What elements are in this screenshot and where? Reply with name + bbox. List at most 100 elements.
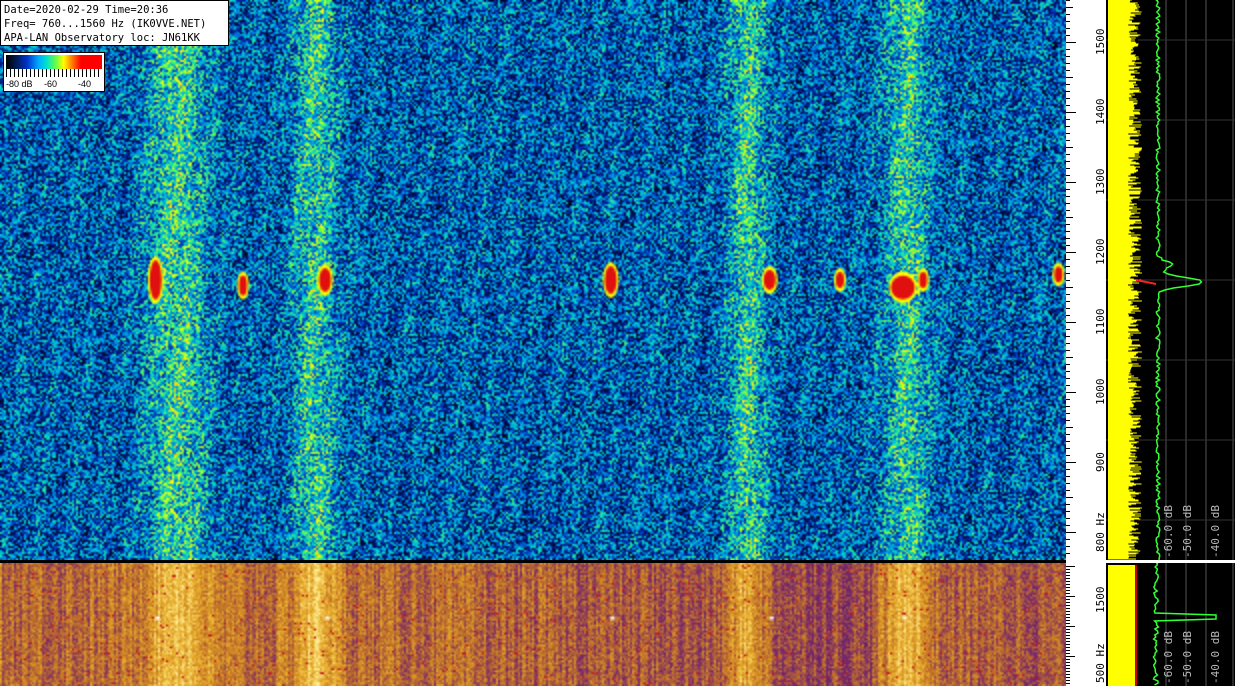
axis-tick: [1066, 680, 1070, 681]
axis-tick: [1066, 659, 1070, 660]
axis-tick: [1066, 105, 1070, 106]
axis-tick: [1066, 287, 1073, 288]
db-label-40: -40.0 dB: [1209, 505, 1222, 558]
axis-tick: [1066, 553, 1070, 554]
axis-tick: [1066, 98, 1070, 99]
axis-tick: [1066, 0, 1070, 1]
axis-tick: [1066, 371, 1070, 372]
axis-tick: [1066, 518, 1070, 519]
axis-tick: [1066, 70, 1070, 71]
overview-frequency-axis: 1500 500 Hz: [1066, 563, 1107, 686]
waterfall-spectrogram: [0, 0, 1066, 560]
power-spectrum-panel: -60.0 dB -50.0 dB -40.0 dB: [1106, 0, 1235, 560]
axis-tick: [1066, 63, 1070, 64]
axis-tick: [1066, 569, 1070, 570]
axis-tick: [1066, 683, 1070, 684]
axis-tick: [1066, 231, 1070, 232]
axis-tick: [1066, 420, 1070, 421]
axis-tick: [1066, 596, 1075, 597]
axis-tick: [1066, 378, 1070, 379]
axis-tick: [1066, 566, 1075, 567]
axis-tick: [1066, 587, 1070, 588]
db-label-60: -60.0 dB: [1162, 505, 1175, 558]
axis-tick: [1066, 210, 1070, 211]
axis-tick: [1066, 662, 1070, 663]
axis-tick: [1066, 385, 1070, 386]
axis-tick: [1066, 623, 1070, 624]
color-scale-ticks: [6, 69, 102, 77]
axis-tick: [1066, 448, 1070, 449]
axis-tick: [1066, 504, 1070, 505]
axis-tick: [1066, 497, 1073, 498]
axis-tick: [1066, 315, 1070, 316]
header-info-box: Date=2020-02-29 Time=20:36 Freq= 760...1…: [0, 0, 229, 46]
axis-tick: [1066, 532, 1076, 533]
axis-tick: [1066, 203, 1070, 204]
axis-tick: [1066, 584, 1070, 585]
axis-tick: [1066, 189, 1070, 190]
axis-tick: [1066, 406, 1070, 407]
axis-tick: [1066, 611, 1070, 612]
axis-tick: [1066, 413, 1070, 414]
axis-tick: [1066, 238, 1070, 239]
overview-peak-area: [1108, 565, 1136, 686]
axis-tick: [1066, 638, 1070, 639]
axis-tick: [1066, 350, 1070, 351]
axis-tick: [1066, 490, 1070, 491]
color-scale-legend: -80 dB -60 -40: [3, 52, 105, 92]
axis-tick: [1066, 364, 1070, 365]
axis-tick: [1066, 147, 1073, 148]
axis-tick: [1066, 119, 1070, 120]
axis-tick: [1066, 608, 1070, 609]
axis-tick: [1066, 126, 1070, 127]
axis-tick: [1066, 294, 1070, 295]
axis-tick: [1066, 266, 1070, 267]
axis-tick: [1066, 196, 1070, 197]
axis-tick: [1066, 84, 1070, 85]
axis-tick: [1066, 671, 1070, 672]
axis-tick: [1066, 656, 1075, 657]
axis-tick: [1066, 329, 1070, 330]
axis-tick: [1066, 653, 1070, 654]
axis-tick: [1066, 161, 1070, 162]
axis-tick: [1066, 602, 1070, 603]
axis-tick: [1066, 677, 1070, 678]
axis-tick: [1066, 35, 1070, 36]
axis-tick: [1066, 7, 1073, 8]
axis-tick: [1066, 605, 1070, 606]
axis-tick: [1066, 626, 1075, 627]
axis-tick: [1066, 392, 1076, 393]
frequency-range-text: Freq= 760...1560 Hz (IK0VVE.NET): [4, 18, 207, 30]
axis-tick: [1066, 21, 1070, 22]
axis-tick: [1066, 572, 1070, 573]
axis-tick: [1066, 343, 1070, 344]
axis-tick: [1066, 629, 1070, 630]
axis-tick: [1066, 632, 1070, 633]
axis-tick: [1066, 476, 1070, 477]
axis-tick: [1066, 217, 1073, 218]
axis-tick: [1066, 42, 1076, 43]
axis-tick: [1066, 133, 1070, 134]
axis-tick: [1066, 91, 1070, 92]
date-time-text: Date=2020-02-29 Time=20:36: [4, 4, 169, 16]
axis-tick: [1066, 455, 1070, 456]
axis-tick: [1066, 252, 1076, 253]
overview-db-label-40: -40.0 dB: [1209, 631, 1222, 684]
axis-tick: [1066, 525, 1070, 526]
axis-tick: [1066, 336, 1070, 337]
axis-tick: [1066, 434, 1070, 435]
axis-tick: [1066, 308, 1070, 309]
axis-tick: [1066, 14, 1070, 15]
axis-tick: [1066, 301, 1070, 302]
color-scale-label-max: -40: [78, 79, 92, 89]
axis-tick: [1066, 668, 1070, 669]
observatory-text: APA-LAN Observatory loc: JN61KK: [4, 32, 200, 44]
axis-tick: [1066, 674, 1070, 675]
axis-tick: [1066, 322, 1076, 323]
axis-tick: [1066, 175, 1070, 176]
frequency-axis: 1500 1400 1300 1200 1100 1000 900 800 Hz: [1066, 0, 1107, 560]
overview-db-label-50: -50.0 dB: [1181, 631, 1194, 684]
db-label-50: -50.0 dB: [1181, 505, 1194, 558]
axis-tick: [1066, 182, 1076, 183]
axis-tick: [1066, 280, 1070, 281]
